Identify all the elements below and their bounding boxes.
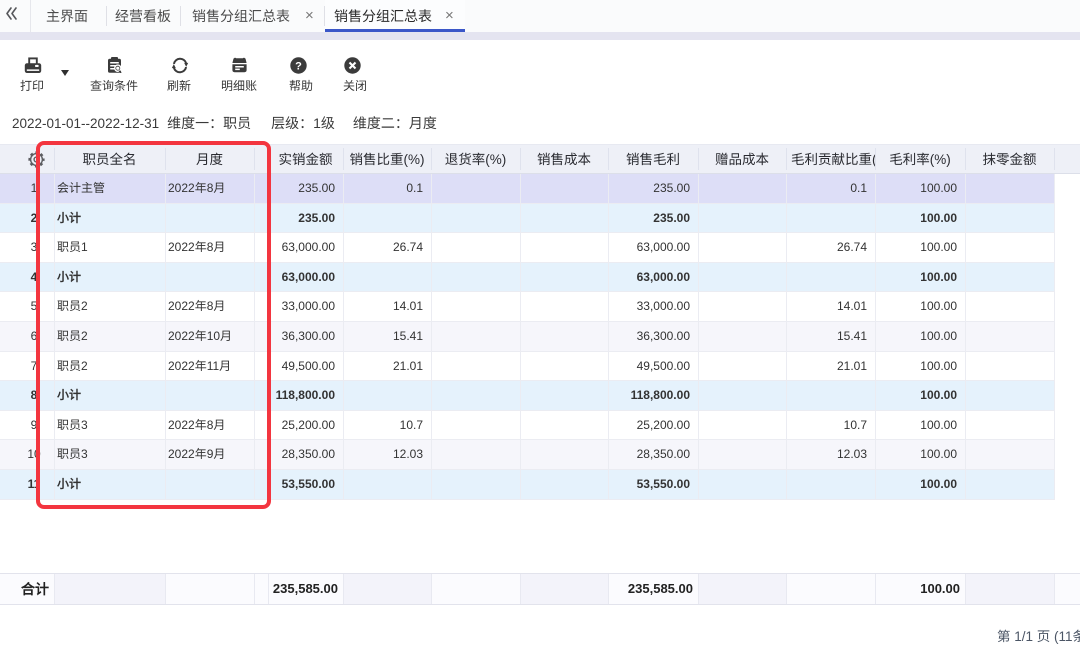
svg-text:?: ? bbox=[295, 60, 302, 72]
